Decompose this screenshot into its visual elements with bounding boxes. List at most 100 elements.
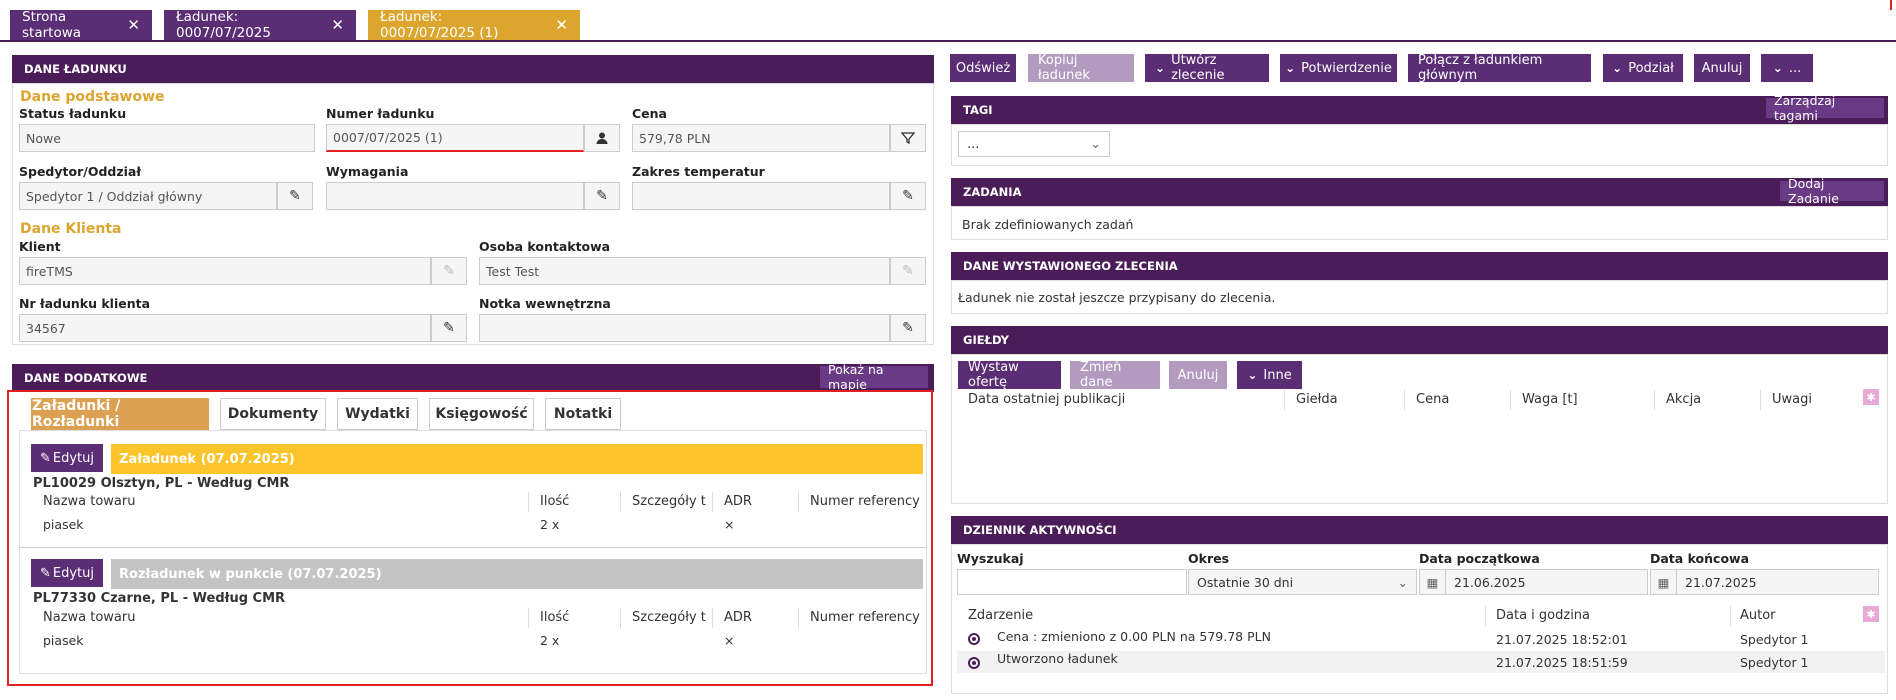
chevron-down-icon: ⌄ <box>1090 136 1101 152</box>
divider <box>620 608 621 628</box>
search-label: Wyszukaj <box>957 551 1024 566</box>
temp-field[interactable] <box>632 182 890 210</box>
activity-row: Cena : zmieniono z 0.00 PLN na 579.78 PL… <box>957 628 1885 650</box>
settings-gear-icon[interactable]: ✱ <box>1863 389 1879 405</box>
button-label: ... <box>1788 60 1802 76</box>
event-text: Utworzono ładunek <box>997 651 1118 666</box>
col-author: Autor <box>1740 608 1776 623</box>
price-label: Cena <box>632 106 667 121</box>
forwarder-field[interactable]: Spedytor 1 / Oddział główny <box>19 182 277 210</box>
col-details: Szczegóły tow <box>632 610 706 625</box>
person-icon[interactable] <box>584 124 620 152</box>
col-reference: Numer referency <box>810 610 920 625</box>
tab-label: Ładunek: 0007/07/2025 <box>176 9 271 41</box>
start-date-label: Data początkowa <box>1419 551 1540 566</box>
search-input[interactable] <box>957 569 1187 595</box>
change-data-button[interactable]: Zmień dane <box>1070 360 1160 390</box>
goods-cell: piasek <box>43 633 84 648</box>
select-value: ... <box>967 136 980 152</box>
price-field[interactable]: 579,78 PLN <box>632 124 890 152</box>
temp-label: Zakres temperatur <box>632 164 765 179</box>
manage-tags-button[interactable]: Zarządzaj tagami <box>1766 93 1884 123</box>
date-value: 21.06.2025 <box>1454 574 1526 590</box>
client-field[interactable]: fireTMS <box>19 257 431 285</box>
add-task-button[interactable]: Dodaj Zadanie <box>1780 176 1884 206</box>
refresh-button[interactable]: Odśwież <box>950 54 1016 82</box>
button-label: Podział <box>1628 60 1674 76</box>
close-icon[interactable]: ✕ <box>555 16 568 34</box>
qty-cell: 2 x <box>540 633 560 648</box>
cancel-exchange-button[interactable]: Anuluj <box>1169 361 1227 389</box>
col-last-published: Data ostatniej publikacji <box>968 392 1126 407</box>
publish-offer-button[interactable]: Wystaw ofertę <box>958 360 1061 390</box>
event-author: Spedytor 1 <box>1740 632 1809 647</box>
tags-select[interactable]: ... ⌄ <box>958 131 1110 157</box>
status-field[interactable]: Nowe <box>19 124 315 152</box>
stop-title: Rozładunek w punkcie (07.07.2025) <box>111 559 923 589</box>
select-value: Ostatnie 30 dni <box>1197 574 1294 590</box>
tab-load[interactable]: Ładunek: 0007/07/2025 ✕ <box>164 9 356 41</box>
edit-icon[interactable]: ✎ <box>890 182 926 210</box>
merge-button[interactable]: Połącz z ładunkiem głównym <box>1408 53 1591 83</box>
divider <box>620 492 621 512</box>
split-button[interactable]: ⌄ Podział <box>1603 54 1683 82</box>
tab-start[interactable]: Strona startowa ✕ <box>10 9 152 41</box>
edit-icon[interactable]: ✎ <box>277 182 313 210</box>
close-icon[interactable]: ✕ <box>127 16 140 34</box>
col-details: Szczegóły tow <box>632 494 706 509</box>
end-date-field[interactable]: ▦ 21.07.2025 <box>1650 569 1879 595</box>
show-map-button[interactable]: Pokaż na mapie <box>820 362 928 392</box>
button-label: Potwierdzenie <box>1301 60 1392 76</box>
filter-icon[interactable] <box>890 124 926 152</box>
chevron-down-icon: ⌄ <box>1772 61 1783 75</box>
divider <box>1730 606 1731 626</box>
col-goods: Nazwa towaru <box>43 494 136 509</box>
close-icon[interactable]: ✕ <box>331 16 344 34</box>
tab-load-copy[interactable]: Ładunek: 0007/07/2025 (1) ✕ <box>368 9 580 41</box>
client-label: Klient <box>19 239 61 254</box>
client-no-field[interactable]: 34567 <box>19 314 431 342</box>
event-text: Cena : zmieniono z 0.00 PLN na 579.78 PL… <box>997 629 1271 644</box>
edit-stop-button[interactable]: ✎ Edytuj <box>31 444 103 472</box>
col-adr: ADR <box>724 494 752 509</box>
note-field[interactable] <box>479 314 890 342</box>
period-select[interactable]: Ostatnie 30 dni ⌄ <box>1188 569 1417 595</box>
tab-notes[interactable]: Notatki <box>545 398 621 430</box>
more-button[interactable]: ⌄... <box>1761 54 1813 82</box>
copy-load-button[interactable]: Kopiuj ładunek <box>1028 53 1134 83</box>
contact-field[interactable]: Test Test <box>479 257 890 285</box>
col-datetime: Data i godzina <box>1496 608 1591 623</box>
event-date: 21.07.2025 18:52:01 <box>1496 632 1628 647</box>
chevron-down-icon: ⌄ <box>1612 61 1623 75</box>
start-date-field[interactable]: ▦ 21.06.2025 <box>1419 569 1648 595</box>
divider <box>798 492 799 512</box>
edit-icon[interactable]: ✎ <box>890 314 926 342</box>
tab-expenses[interactable]: Wydatki <box>337 398 418 430</box>
tab-stops[interactable]: Załadunki / Rozładunki <box>31 398 209 430</box>
divider <box>712 492 713 512</box>
requirements-field[interactable] <box>326 182 584 210</box>
status-label: Status ładunku <box>19 106 127 121</box>
number-field[interactable]: 0007/07/2025 (1) <box>326 124 584 152</box>
settings-gear-icon[interactable]: ✱ <box>1863 606 1879 622</box>
confirmation-button[interactable]: ⌄ Potwierdzenie <box>1280 54 1397 82</box>
edit-icon[interactable]: ✎ <box>584 182 620 210</box>
edit-stop-button[interactable]: ✎ Edytuj <box>31 559 103 587</box>
divider <box>1284 390 1285 410</box>
edit-icon: ✎ <box>431 257 467 285</box>
other-button[interactable]: ⌄ Inne <box>1237 361 1302 389</box>
tab-underline <box>0 40 1896 42</box>
tab-documents[interactable]: Dokumenty <box>220 398 326 430</box>
calendar-icon: ▦ <box>1651 570 1677 594</box>
create-order-button[interactable]: ⌄ Utwórz zlecenie <box>1145 53 1269 83</box>
edit-icon[interactable]: ✎ <box>431 314 467 342</box>
cancel-button[interactable]: Anuluj <box>1694 54 1750 82</box>
chevron-down-icon: ⌄ <box>1285 61 1296 75</box>
scroll-marker <box>1890 0 1892 10</box>
tab-accounting[interactable]: Księgowość <box>429 398 534 430</box>
goods-cell: piasek <box>43 517 84 532</box>
client-section-title: Dane Klienta <box>20 221 122 237</box>
edit-icon: ✎ <box>39 450 51 466</box>
col-adr: ADR <box>724 610 752 625</box>
end-date-label: Data końcowa <box>1650 551 1750 566</box>
